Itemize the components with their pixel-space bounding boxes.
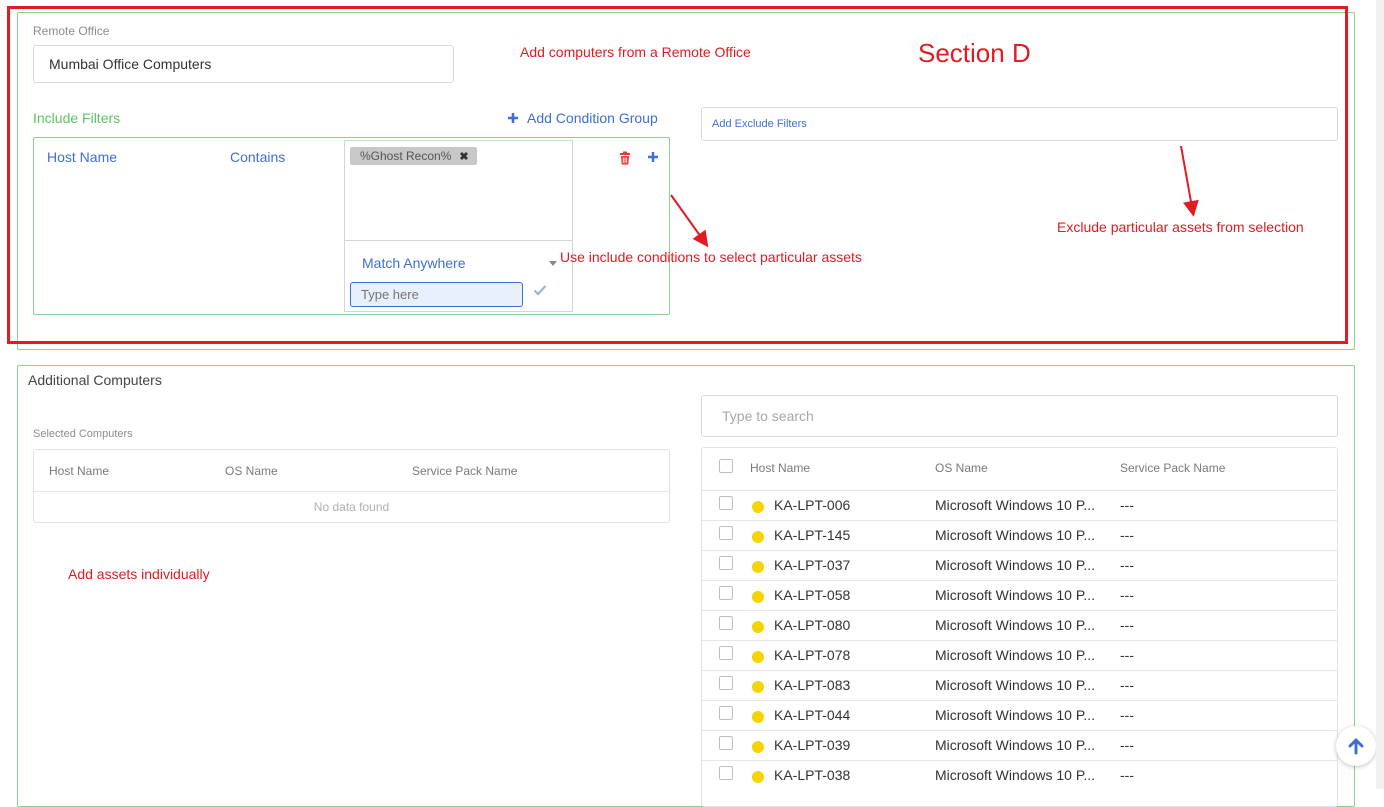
- row-host-name: KA-LPT-083: [774, 677, 851, 693]
- row-host-name: KA-LPT-038: [774, 767, 851, 783]
- row-checkbox[interactable]: [719, 676, 733, 690]
- table-row[interactable]: KA-LPT-145 Microsoft Windows 10 P... ---: [702, 520, 1337, 551]
- status-indicator-icon: [752, 531, 764, 543]
- status-indicator-icon: [752, 741, 764, 753]
- row-checkbox[interactable]: [719, 736, 733, 750]
- row-host-name: KA-LPT-145: [774, 527, 851, 543]
- table-row[interactable]: KA-LPT-083 Microsoft Windows 10 P... ---: [702, 670, 1337, 701]
- table-row[interactable]: KA-LPT-038 Microsoft Windows 10 P... ---: [702, 760, 1337, 791]
- row-checkbox[interactable]: [719, 766, 733, 780]
- row-checkbox[interactable]: [719, 646, 733, 660]
- row-service-pack: ---: [1120, 707, 1134, 723]
- selected-computers-table: Host Name OS Name Service Pack Name No d…: [33, 449, 670, 523]
- annotation-arrows: [670, 145, 1199, 248]
- row-checkbox[interactable]: [719, 526, 733, 540]
- row-host-name: KA-LPT-039: [774, 737, 851, 753]
- row-checkbox[interactable]: [719, 556, 733, 570]
- arrow-up-icon: [1348, 738, 1364, 755]
- row-service-pack: ---: [1120, 737, 1134, 753]
- status-indicator-icon: [752, 501, 764, 513]
- row-os-name: Microsoft Windows 10 P...: [935, 587, 1096, 603]
- empty-row: No data found: [34, 491, 669, 524]
- row-os-name: Microsoft Windows 10 P...: [935, 647, 1096, 663]
- table-row[interactable]: KA-LPT-039 Microsoft Windows 10 P... ---: [702, 730, 1337, 761]
- row-checkbox[interactable]: [719, 616, 733, 630]
- row-service-pack: ---: [1120, 557, 1134, 573]
- include-arrow: [670, 194, 709, 248]
- row-service-pack: ---: [1120, 587, 1134, 603]
- row-host-name: KA-LPT-058: [774, 587, 851, 603]
- row-service-pack: ---: [1120, 767, 1134, 783]
- row-host-name: KA-LPT-080: [774, 617, 851, 633]
- col-os-name: OS Name: [935, 461, 988, 475]
- status-indicator-icon: [752, 651, 764, 663]
- table-row[interactable]: KA-LPT-058 Microsoft Windows 10 P... ---: [702, 580, 1337, 611]
- row-checkbox[interactable]: [719, 496, 733, 510]
- row-host-name: KA-LPT-078: [774, 647, 851, 663]
- table-row[interactable]: KA-LPT-078 Microsoft Windows 10 P... ---: [702, 640, 1337, 671]
- additional-computers-title: Additional Computers: [28, 372, 162, 388]
- row-host-name: KA-LPT-037: [774, 557, 851, 573]
- row-service-pack: ---: [1120, 527, 1134, 543]
- exclude-arrow: [1180, 145, 1199, 217]
- selected-col-os: OS Name: [225, 464, 278, 478]
- col-host-name: Host Name: [750, 461, 811, 475]
- row-os-name: Microsoft Windows 10 P...: [935, 767, 1096, 783]
- row-service-pack: ---: [1120, 497, 1134, 513]
- status-indicator-icon: [752, 771, 764, 783]
- row-os-name: Microsoft Windows 10 P...: [935, 617, 1096, 633]
- page-scrollbar[interactable]: [1376, 0, 1384, 789]
- row-service-pack: ---: [1120, 677, 1134, 693]
- row-os-name: Microsoft Windows 10 P...: [935, 557, 1096, 573]
- annotation-individual: Add assets individually: [68, 566, 210, 582]
- status-indicator-icon: [752, 561, 764, 573]
- status-indicator-icon: [752, 621, 764, 633]
- selected-computers-label: Selected Computers: [33, 428, 133, 440]
- row-os-name: Microsoft Windows 10 P...: [935, 497, 1096, 513]
- row-service-pack: ---: [1120, 617, 1134, 633]
- row-checkbox[interactable]: [719, 706, 733, 720]
- selected-col-sp: Service Pack Name: [412, 464, 518, 478]
- available-computers-table: Host Name OS Name Service Pack Name KA-L…: [701, 447, 1338, 807]
- status-indicator-icon: [752, 681, 764, 693]
- search-placeholder: Type to search: [722, 408, 814, 424]
- scroll-to-top-button[interactable]: [1336, 726, 1376, 766]
- col-service-pack: Service Pack Name: [1120, 461, 1226, 475]
- status-indicator-icon: [752, 711, 764, 723]
- computer-search-input[interactable]: Type to search: [701, 395, 1338, 437]
- table-row[interactable]: KA-LPT-044 Microsoft Windows 10 P... ---: [702, 700, 1337, 731]
- row-service-pack: ---: [1120, 647, 1134, 663]
- select-all-checkbox[interactable]: [719, 459, 733, 473]
- row-os-name: Microsoft Windows 10 P...: [935, 707, 1096, 723]
- row-os-name: Microsoft Windows 10 P...: [935, 527, 1096, 543]
- row-checkbox[interactable]: [719, 586, 733, 600]
- selected-col-host: Host Name: [49, 464, 110, 478]
- table-row[interactable]: KA-LPT-006 Microsoft Windows 10 P... ---: [702, 490, 1337, 521]
- row-host-name: KA-LPT-044: [774, 707, 851, 723]
- row-host-name: KA-LPT-006: [774, 497, 851, 513]
- row-os-name: Microsoft Windows 10 P...: [935, 677, 1096, 693]
- table-row[interactable]: KA-LPT-037 Microsoft Windows 10 P... ---: [702, 550, 1337, 581]
- no-data-text: No data found: [313, 500, 390, 514]
- status-indicator-icon: [752, 591, 764, 603]
- table-row[interactable]: KA-LPT-080 Microsoft Windows 10 P... ---: [702, 610, 1337, 641]
- row-os-name: Microsoft Windows 10 P...: [935, 737, 1096, 753]
